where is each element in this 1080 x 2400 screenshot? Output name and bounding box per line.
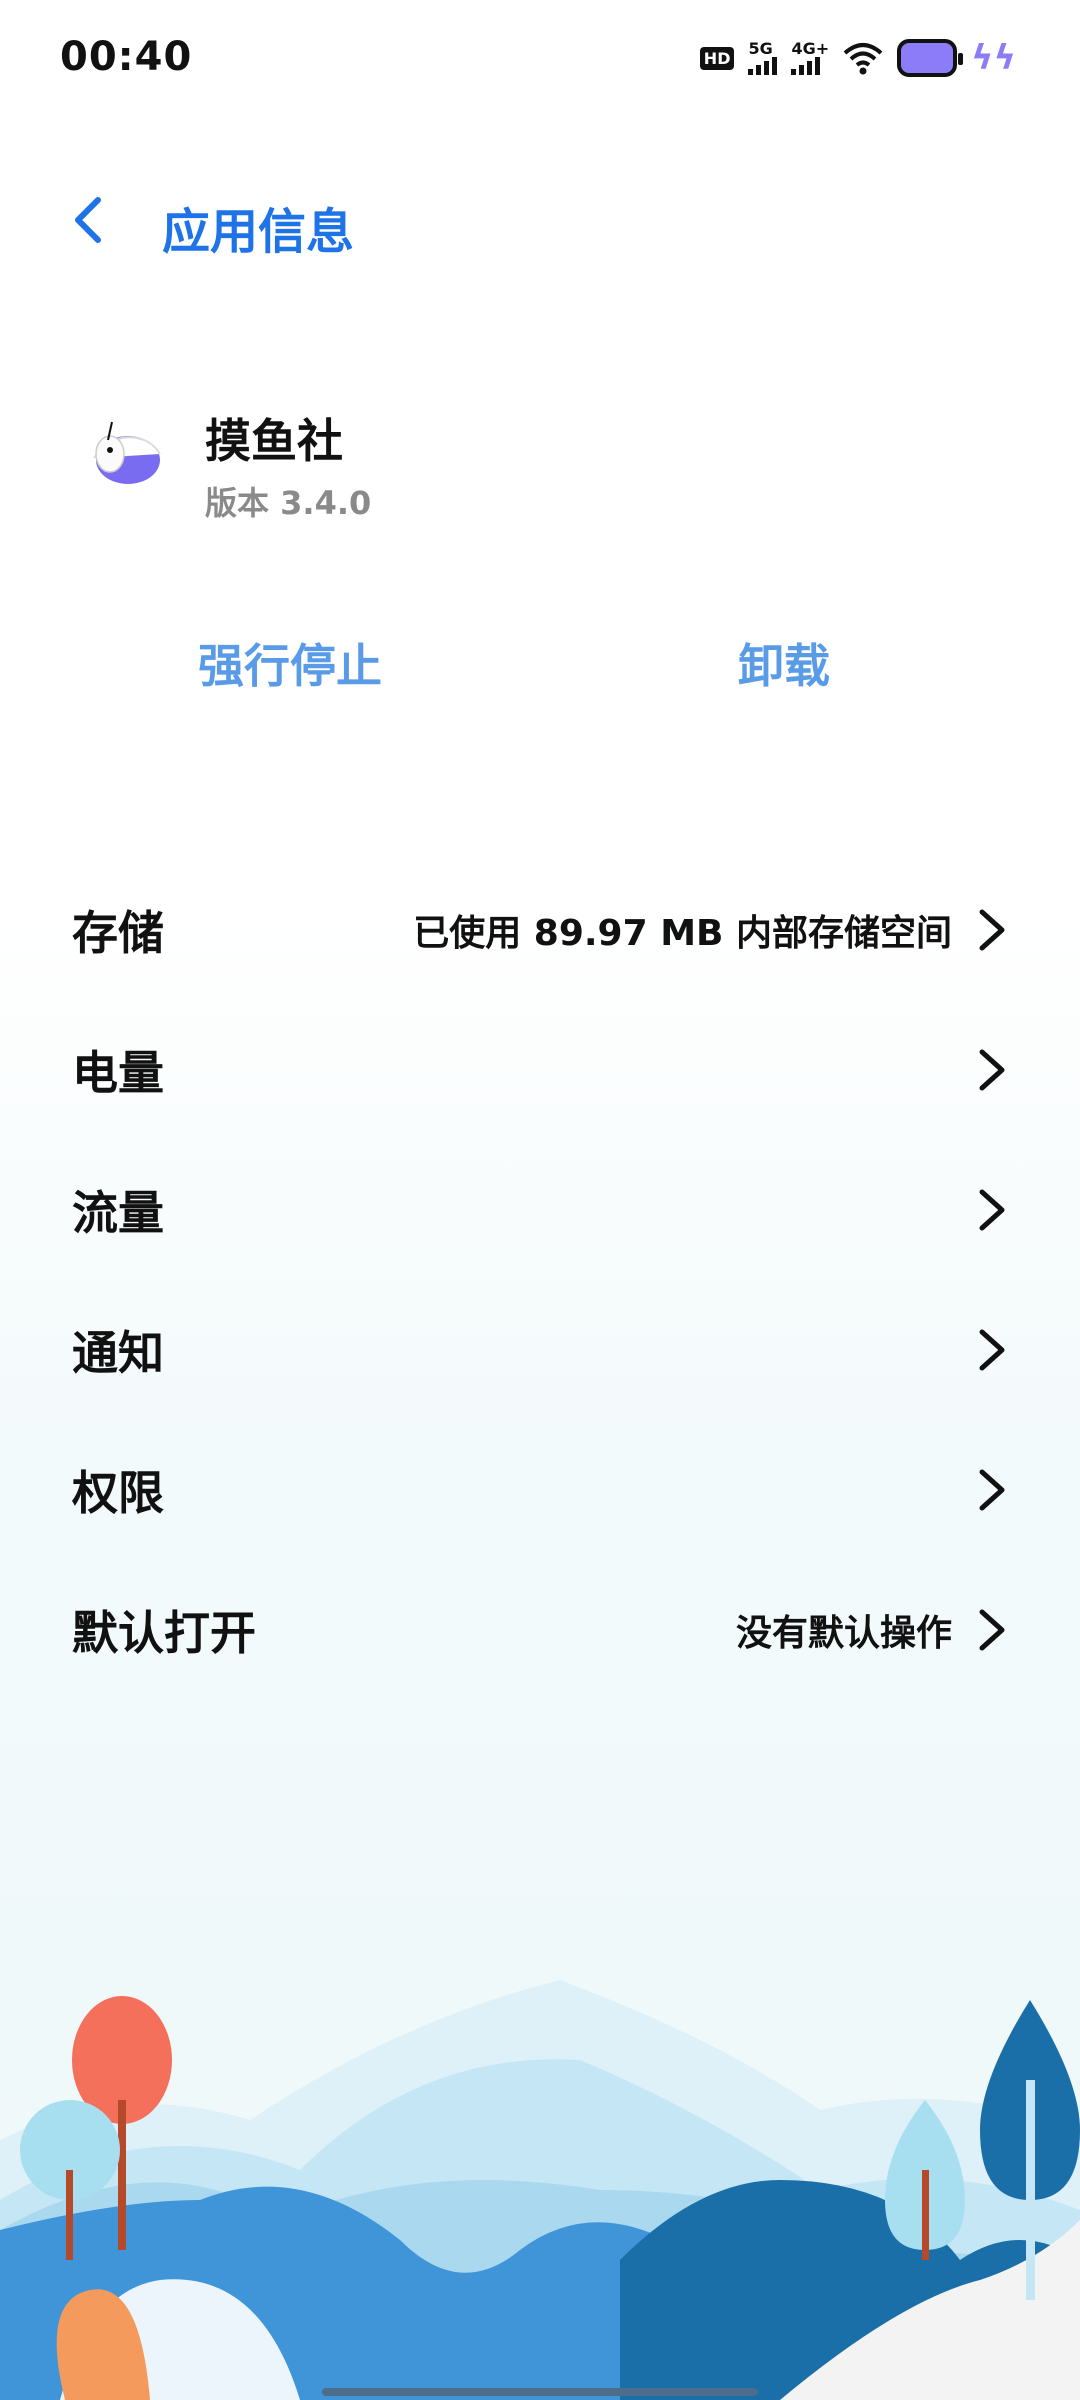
- 5g-label: 5G: [748, 39, 773, 58]
- charging-icon: ϟϟ: [971, 38, 1016, 78]
- hd-icon: HD: [699, 46, 735, 70]
- home-indicator[interactable]: [322, 2388, 758, 2396]
- row-label: 存储: [72, 906, 164, 960]
- chevron-right-icon: [979, 1189, 1005, 1231]
- row-label: 流量: [72, 1186, 164, 1240]
- wifi-icon: [843, 43, 883, 75]
- row-label: 通知: [72, 1326, 164, 1380]
- app-bar: 应用信息: [0, 170, 1080, 280]
- settings-row-permissions[interactable]: 权限: [0, 1420, 1080, 1560]
- chevron-right-icon: [979, 1469, 1005, 1511]
- uninstall-button[interactable]: 卸载: [738, 630, 830, 696]
- status-time: 00:40: [60, 34, 193, 80]
- row-label: 默认打开: [72, 1606, 256, 1660]
- app-icon: [93, 421, 161, 484]
- landscape-illustration: [0, 1980, 1080, 2400]
- 5g-signal-icon: 5G: [748, 39, 778, 75]
- settings-row-storage[interactable]: 存储 已使用 89.97 MB 内部存储空间: [0, 860, 1080, 1000]
- chevron-right-icon: [979, 909, 1005, 951]
- chevron-right-icon: [979, 1049, 1005, 1091]
- back-chevron-icon[interactable]: [62, 192, 118, 248]
- app-name: 摸鱼社: [205, 414, 343, 468]
- row-label: 权限: [72, 1466, 164, 1520]
- battery-icon: [897, 39, 964, 77]
- settings-row-battery[interactable]: 电量: [0, 1000, 1080, 1140]
- chevron-right-icon: [979, 1609, 1005, 1651]
- 4g-signal-icon: 4G+: [791, 41, 829, 75]
- row-label: 电量: [72, 1046, 164, 1100]
- page-title: 应用信息: [162, 204, 355, 260]
- settings-row-open-by-default[interactable]: 默认打开 没有默认操作: [0, 1560, 1080, 1700]
- settings-row-data-usage[interactable]: 流量: [0, 1140, 1080, 1280]
- status-icons: HD 5G 4G+ ϟϟ: [699, 34, 1016, 82]
- 4g-label: 4G+: [791, 39, 830, 58]
- status-bar: 00:40 HD 5G 4G+ ϟϟ: [0, 0, 1080, 120]
- row-value: 没有默认操作: [735, 1613, 952, 1654]
- row-value: 已使用 89.97 MB 内部存储空间: [413, 913, 952, 954]
- settings-row-notifications[interactable]: 通知: [0, 1280, 1080, 1420]
- settings-list: 存储 已使用 89.97 MB 内部存储空间 电量 流量 通知 权限 默认打开 …: [0, 860, 1080, 1700]
- chevron-right-icon: [979, 1329, 1005, 1371]
- app-version: 版本 3.4.0: [205, 484, 372, 522]
- force-stop-button[interactable]: 强行停止: [198, 630, 382, 696]
